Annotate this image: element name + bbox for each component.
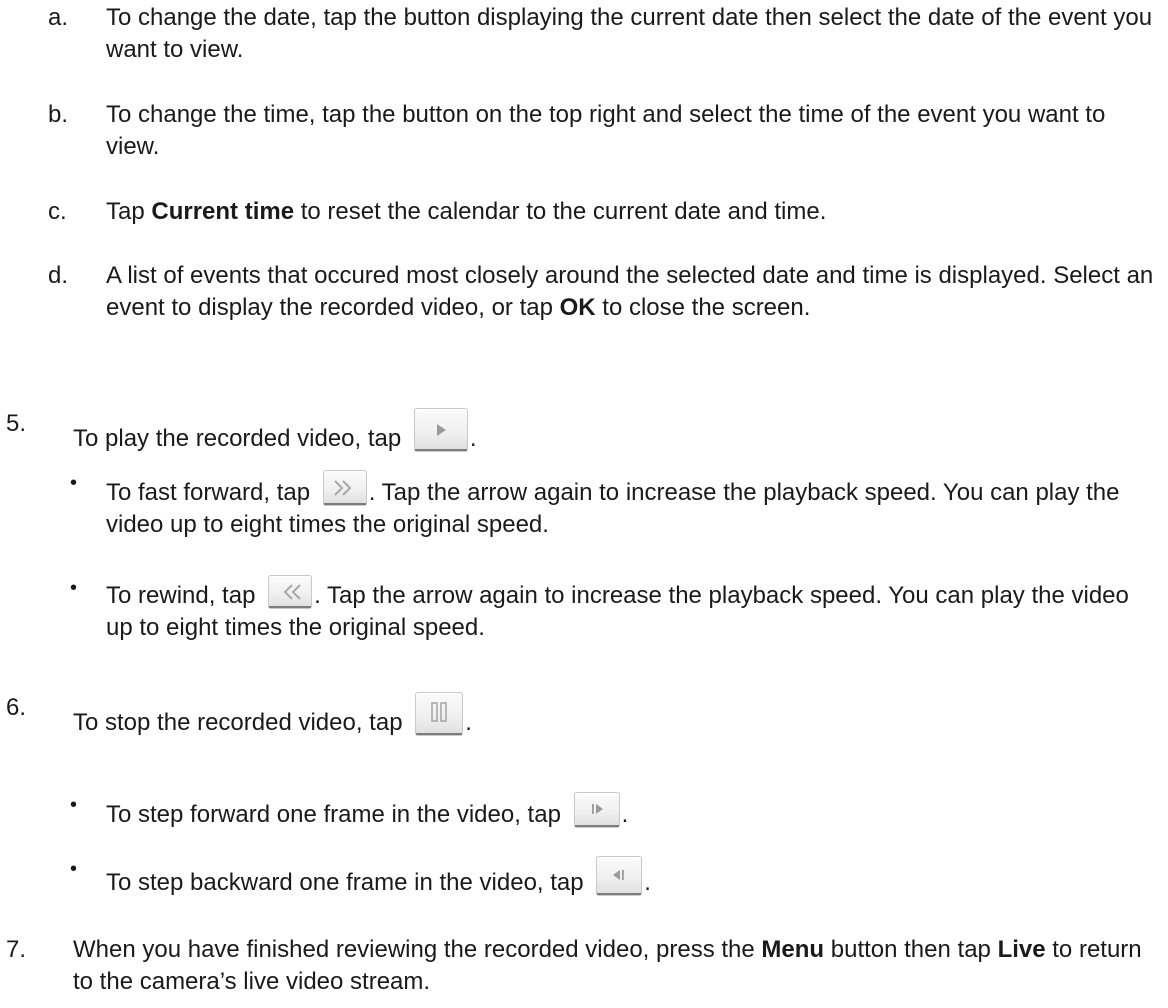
step-text: To play the recorded video, tap . [73,408,1153,455]
text-segment: To stop the recorded video, tap [73,709,410,736]
list-marker: a. [48,4,69,31]
list-marker: d. [48,262,69,289]
step-number: 5. [6,410,27,437]
text-segment: To step backward one frame in the video,… [106,869,591,896]
text-segment: . [621,801,629,828]
bold-term-menu: Menu [761,936,825,963]
bullet-text: To fast forward, tap . Tap the arrow aga… [106,470,1161,541]
text-segment: To fast forward, tap [106,479,317,506]
text-segment: When you have finished reviewing the rec… [73,936,762,963]
text-segment: To step forward one frame in the video, … [106,801,568,828]
step-backward-icon [596,856,643,896]
text-segment: to reset the calendar to the current dat… [294,198,827,225]
list-marker: c. [48,198,67,225]
text-segment: . [644,869,651,896]
fast-forward-icon [322,470,367,506]
text-segment: button then tap [824,936,998,963]
pause-icon [415,692,464,736]
bullet-text: To step backward one frame in the video,… [106,856,1161,899]
text-segment: Tap [106,198,152,225]
bold-term-ok: OK [559,293,596,321]
list-text: To change the time, tap the button on th… [106,101,1106,160]
text-segment: to close the screen. [595,293,811,321]
step-text: To stop the recorded video, tap . [73,692,1153,739]
text-segment: To rewind, tap [106,582,263,609]
list-marker: b. [48,101,69,128]
step-text: When you have finished reviewing the rec… [73,934,1153,998]
step-number: 7. [6,936,27,963]
bullet-text: To rewind, tap . Tap the arrow again to … [106,575,1161,644]
text-segment: To play the recorded video, tap [73,425,408,452]
bullet-marker: • [70,472,78,494]
list-text: A list of events that occured most close… [106,260,1161,324]
list-text: To change the date, tap the button displ… [106,4,1153,63]
bold-term-live: Live [997,936,1046,963]
bullet-text: To step forward one frame in the video, … [106,792,1161,831]
bullet-marker: • [70,858,78,880]
rewind-icon [268,575,313,609]
bullet-marker: • [70,794,78,816]
bullet-marker: • [70,577,78,599]
text-segment: . [465,709,472,736]
text-segment: . [469,425,477,452]
list-text: Tap Current time to reset the calendar t… [106,196,1161,228]
play-icon [413,408,468,452]
bold-term-current-time: Current time [151,198,295,225]
step-forward-icon [573,792,620,828]
step-number: 6. [6,694,27,721]
